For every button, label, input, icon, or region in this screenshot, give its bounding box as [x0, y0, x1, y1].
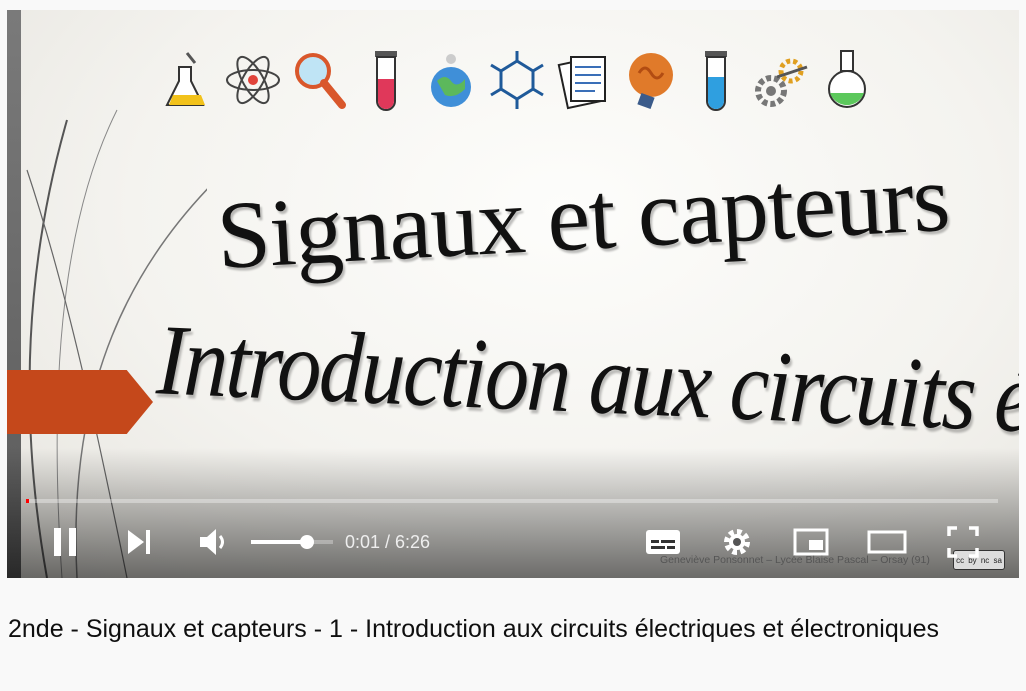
theater-mode-button[interactable] — [863, 515, 911, 569]
brain-bulb-icon — [629, 53, 673, 110]
miniplayer-button[interactable] — [789, 515, 833, 569]
slide-icons-row — [157, 40, 877, 120]
atom-icon — [226, 55, 280, 105]
player-controls: 0:01 / 6:26 — [7, 515, 1019, 569]
slide-subtitle: Introduction aux circuits électriq — [154, 304, 1019, 464]
slide-title: Signaux et capteurs — [214, 143, 952, 289]
skip-next-icon — [128, 530, 150, 554]
molecule-icon — [490, 51, 544, 109]
theater-mode-icon — [867, 530, 907, 554]
magnifier-icon — [295, 53, 346, 109]
flask-icon — [165, 52, 205, 106]
pause-button[interactable] — [45, 515, 85, 569]
test-tube-icon — [375, 51, 397, 111]
globe-icon — [431, 54, 471, 107]
slide-orange-arrow — [7, 370, 153, 434]
settings-button[interactable] — [715, 515, 759, 569]
miniplayer-icon — [793, 528, 829, 556]
round-flask-icon — [828, 50, 866, 108]
volume-handle[interactable] — [299, 535, 314, 549]
gears-icon — [755, 58, 808, 107]
volume-icon — [200, 529, 224, 555]
video-title: 2nde - Signaux et capteurs - 1 - Introdu… — [8, 615, 940, 643]
video-player[interactable]: Signaux et capteurs Introduction aux cir… — [7, 10, 1019, 578]
test-tube-blue-icon — [705, 51, 727, 111]
next-button[interactable] — [119, 515, 159, 569]
progress-bar[interactable] — [26, 499, 998, 503]
pause-icon — [54, 528, 76, 556]
time-display: 0:01 / 6:26 — [345, 532, 431, 552]
gear-icon — [724, 529, 750, 555]
notes-icon — [557, 56, 606, 110]
progress-played — [26, 499, 29, 503]
volume-level — [251, 540, 307, 544]
fullscreen-icon — [947, 526, 979, 558]
volume-slider[interactable] — [251, 535, 333, 549]
subtitles-icon — [646, 530, 680, 554]
fullscreen-button[interactable] — [941, 515, 985, 569]
subtitles-button[interactable] — [641, 515, 685, 569]
mute-button[interactable] — [193, 515, 233, 569]
